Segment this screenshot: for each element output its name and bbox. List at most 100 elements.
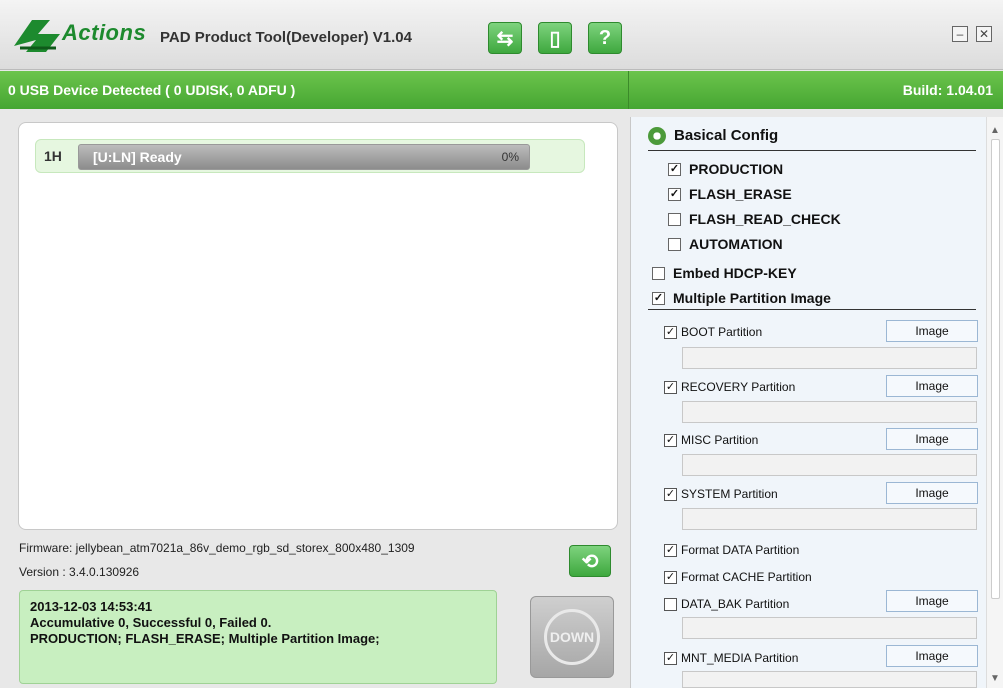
device-row[interactable]: 1H [U:LN] Ready 0% (35, 139, 585, 173)
scroll-down-icon[interactable]: ▼ (990, 673, 1000, 684)
document-icon: ▯ (549, 27, 561, 50)
device-list-panel: 1H [U:LN] Ready 0% (18, 122, 618, 530)
close-icon: ✕ (978, 27, 990, 41)
checkbox-box[interactable]: ✓ (664, 325, 677, 339)
gear-icon (648, 127, 666, 145)
image-button-label: Image (915, 379, 949, 393)
partition-label: RECOVERY Partition (681, 380, 796, 394)
partition-mnt-media[interactable]: ✓ MNT_MEDIA Partition (664, 651, 798, 665)
partition-label: Format CACHE Partition (681, 570, 812, 584)
boot-image-button[interactable]: Image (886, 320, 978, 342)
usb-button[interactable]: ⇆ (488, 22, 522, 54)
partition-format-cache[interactable]: ✓ Format CACHE Partition (664, 570, 812, 584)
checkbox-flash-erase[interactable]: ✓ FLASH_ERASE (668, 186, 792, 202)
status-bar: 0 USB Device Detected ( 0 UDISK, 0 ADFU … (0, 71, 1003, 109)
device-progress-text: 0% (501, 150, 519, 164)
misc-path-field[interactable] (682, 454, 977, 476)
minimize-icon: – (956, 27, 964, 41)
partition-system[interactable]: ✓ SYSTEM Partition (664, 487, 778, 501)
firmware-label: Firmware: jellybean_atm7021a_86v_demo_rg… (19, 541, 415, 555)
close-button[interactable]: ✕ (976, 26, 992, 42)
image-button-label: Image (915, 649, 949, 663)
checkbox-box[interactable]: ✓ (652, 291, 665, 305)
checkbox-box[interactable]: ✓ (668, 162, 681, 176)
partition-divider (648, 309, 976, 310)
log-panel: 2013-12-03 14:53:41 Accumulative 0, Succ… (19, 590, 497, 684)
checkbox-label: FLASH_ERASE (689, 186, 792, 202)
checkbox-label: FLASH_READ_CHECK (689, 211, 841, 227)
partition-recovery[interactable]: ✓ RECOVERY Partition (664, 380, 795, 394)
partition-label: SYSTEM Partition (681, 487, 778, 501)
misc-image-button[interactable]: Image (886, 428, 978, 450)
partition-label: DATA_BAK Partition (681, 597, 790, 611)
status-divider (628, 71, 629, 109)
checkbox-production[interactable]: ✓ PRODUCTION (668, 161, 783, 177)
scroll-up-icon[interactable]: ▲ (990, 125, 1000, 136)
mnt-media-image-button[interactable]: Image (886, 645, 978, 667)
version-label: Version : 3.4.0.130926 (19, 565, 140, 579)
device-id: 1H (44, 148, 62, 164)
data-bak-path-field[interactable] (682, 617, 977, 639)
image-button-label: Image (915, 486, 949, 500)
boot-path-field[interactable] (682, 347, 977, 369)
mnt-media-path-field[interactable] (682, 671, 977, 688)
logo-text: Actions (62, 20, 147, 45)
config-scrollbar[interactable]: ▲ ▼ (986, 117, 1003, 688)
partition-misc[interactable]: ✓ MISC Partition (664, 433, 758, 447)
recovery-path-field[interactable] (682, 401, 977, 423)
image-button-label: Image (915, 324, 949, 338)
refresh-button[interactable]: ⟲ (569, 545, 611, 577)
partition-label: MNT_MEDIA Partition (681, 651, 799, 665)
usb-icon: ⇆ (496, 27, 514, 50)
title-bar: Actions PAD Product Tool(Developer) V1.0… (0, 0, 1003, 70)
partition-label: Format DATA Partition (681, 543, 800, 557)
checkbox-box[interactable] (668, 212, 681, 226)
checkbox-box[interactable]: ✓ (664, 380, 677, 394)
checkbox-label: Embed HDCP-KEY (673, 265, 797, 281)
partition-label: BOOT Partition (681, 325, 763, 339)
devices-detected-text: 0 USB Device Detected ( 0 UDISK, 0 ADFU … (8, 82, 296, 98)
device-status: [U:LN] Ready (93, 149, 182, 165)
data-bak-image-button[interactable]: Image (886, 590, 978, 612)
log-line: 2013-12-03 14:53:41 (30, 599, 153, 614)
device-progress-bar: [U:LN] Ready 0% (78, 144, 530, 170)
checkbox-label: AUTOMATION (689, 236, 783, 252)
checkbox-box[interactable]: ✓ (668, 187, 681, 201)
config-section-title: Basical Config (674, 127, 779, 144)
checkbox-box[interactable]: ✓ (664, 433, 677, 447)
document-button[interactable]: ▯ (538, 22, 572, 54)
log-line: Accumulative 0, Successful 0, Failed 0. (30, 615, 272, 630)
refresh-icon: ⟲ (581, 550, 599, 573)
download-button[interactable]: DOWN (530, 596, 614, 678)
help-button[interactable]: ? (588, 22, 622, 54)
checkbox-label: Multiple Partition Image (673, 290, 831, 306)
checkbox-box[interactable] (652, 266, 665, 280)
partition-data-bak[interactable]: DATA_BAK Partition (664, 597, 789, 611)
image-button-label: Image (915, 594, 949, 608)
partition-boot[interactable]: ✓ BOOT Partition (664, 325, 762, 339)
partition-label: MISC Partition (681, 433, 759, 447)
checkbox-box[interactable] (668, 237, 681, 251)
log-line: PRODUCTION; FLASH_ERASE; Multiple Partit… (30, 631, 380, 646)
image-button-label: Image (915, 432, 949, 446)
section-divider (648, 150, 976, 151)
checkbox-flash-read-check[interactable]: FLASH_READ_CHECK (668, 211, 841, 227)
checkbox-multiple-partition[interactable]: ✓ Multiple Partition Image (652, 290, 831, 306)
system-image-button[interactable]: Image (886, 482, 978, 504)
build-text: Build: 1.04.01 (902, 82, 993, 98)
checkbox-embed-hdcp-key[interactable]: Embed HDCP-KEY (652, 265, 797, 281)
partition-format-data[interactable]: ✓ Format DATA Partition (664, 543, 799, 557)
checkbox-box[interactable]: ✓ (664, 570, 677, 584)
download-button-label: DOWN (549, 629, 595, 645)
power-icon: DOWN (544, 609, 600, 665)
scroll-thumb[interactable] (991, 139, 1000, 599)
minimize-button[interactable]: – (952, 26, 968, 42)
system-path-field[interactable] (682, 508, 977, 530)
checkbox-box[interactable] (664, 597, 677, 611)
checkbox-label: PRODUCTION (689, 161, 784, 177)
checkbox-box[interactable]: ✓ (664, 543, 677, 557)
checkbox-automation[interactable]: AUTOMATION (668, 236, 783, 252)
checkbox-box[interactable]: ✓ (664, 487, 677, 501)
checkbox-box[interactable]: ✓ (664, 651, 677, 665)
recovery-image-button[interactable]: Image (886, 375, 978, 397)
